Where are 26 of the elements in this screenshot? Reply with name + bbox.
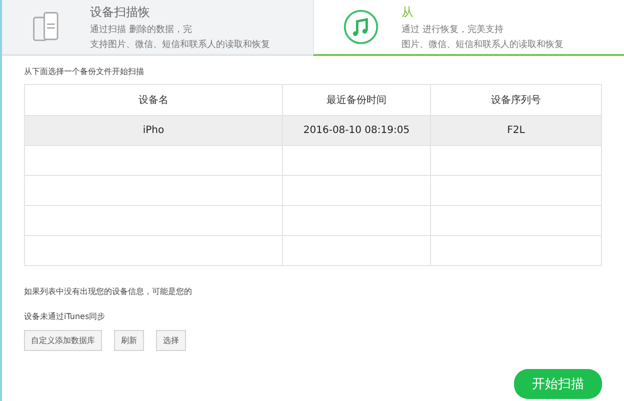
instruction-text: 从下面选择一个备份文件开始扫描 [24,66,145,77]
tab-description: 通过 进行恢复，完美支持 [402,24,504,36]
tab-description: 通过扫描 删除的数据，完 [90,24,193,36]
tab-title: 设备扫描恢 [90,4,151,20]
table-row[interactable]: iPho 2016-08-10 08:19:05 F2L [24,116,602,146]
tab-description: 图片、微信、短信和联系人的读取和恢复 [402,38,564,50]
hint-text: 如果列表中没有出现您的设备信息，可能是您的 [24,286,193,297]
mode-tab[interactable]: 从 通过 进行恢复，完美支持 图片、微信、短信和联系人的读取和恢复 [312,0,624,56]
column-header: 设备序列号 [430,84,602,116]
table-row[interactable] [24,236,602,266]
hint-text: 设备未通过iTunes同步 [24,311,106,322]
table-row[interactable] [24,206,602,236]
table-row[interactable] [24,176,602,206]
table-row[interactable] [24,146,602,176]
column-header: 最近备份时间 [282,84,430,116]
table-cell: 2016-08-10 08:19:05 [303,125,410,136]
table-cell: iPho [142,125,164,136]
tab-description: 支持图片、微信、短信和联系人的读取和恢复 [90,38,270,50]
action-button[interactable]: 自定义添加数据库 [24,330,102,351]
tab-title: 从 [402,4,414,20]
action-button[interactable]: 刷新 [114,330,144,351]
music-icon [342,8,380,46]
table-cell: F2L [507,125,525,136]
column-header: 设备名 [24,84,282,116]
mode-tab[interactable]: 设备扫描恢 通过扫描 删除的数据，完 支持图片、微信、短信和联系人的读取和恢复 [2,0,312,56]
action-button[interactable]: 选择 [156,330,186,351]
